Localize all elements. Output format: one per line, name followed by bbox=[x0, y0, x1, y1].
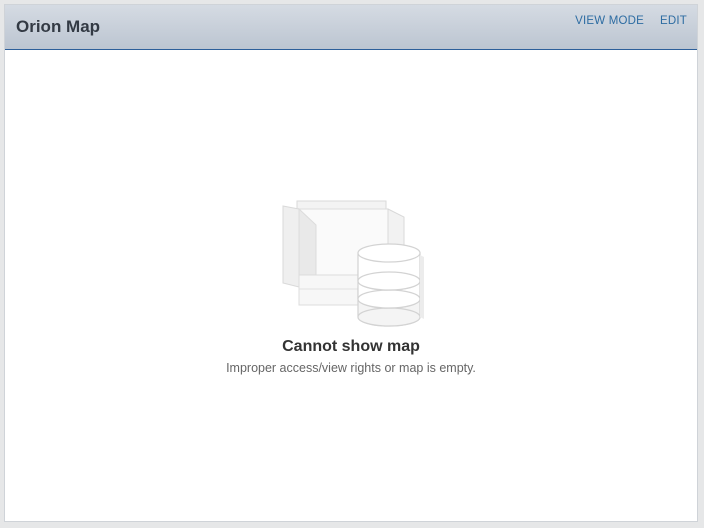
edit-button[interactable]: EDIT bbox=[660, 15, 687, 27]
widget-actions: VIEW MODE EDIT bbox=[575, 15, 687, 27]
widget-header: Orion Map VIEW MODE EDIT bbox=[5, 5, 697, 50]
map-database-icon bbox=[280, 195, 425, 330]
view-mode-button[interactable]: VIEW MODE bbox=[575, 15, 644, 27]
widget-title: Orion Map bbox=[16, 17, 101, 36]
empty-state-subtitle: Improper access/view rights or map is em… bbox=[226, 361, 476, 375]
empty-state-title: Cannot show map bbox=[282, 338, 420, 355]
orion-map-widget: Orion Map VIEW MODE EDIT Cannot show map… bbox=[4, 4, 698, 522]
